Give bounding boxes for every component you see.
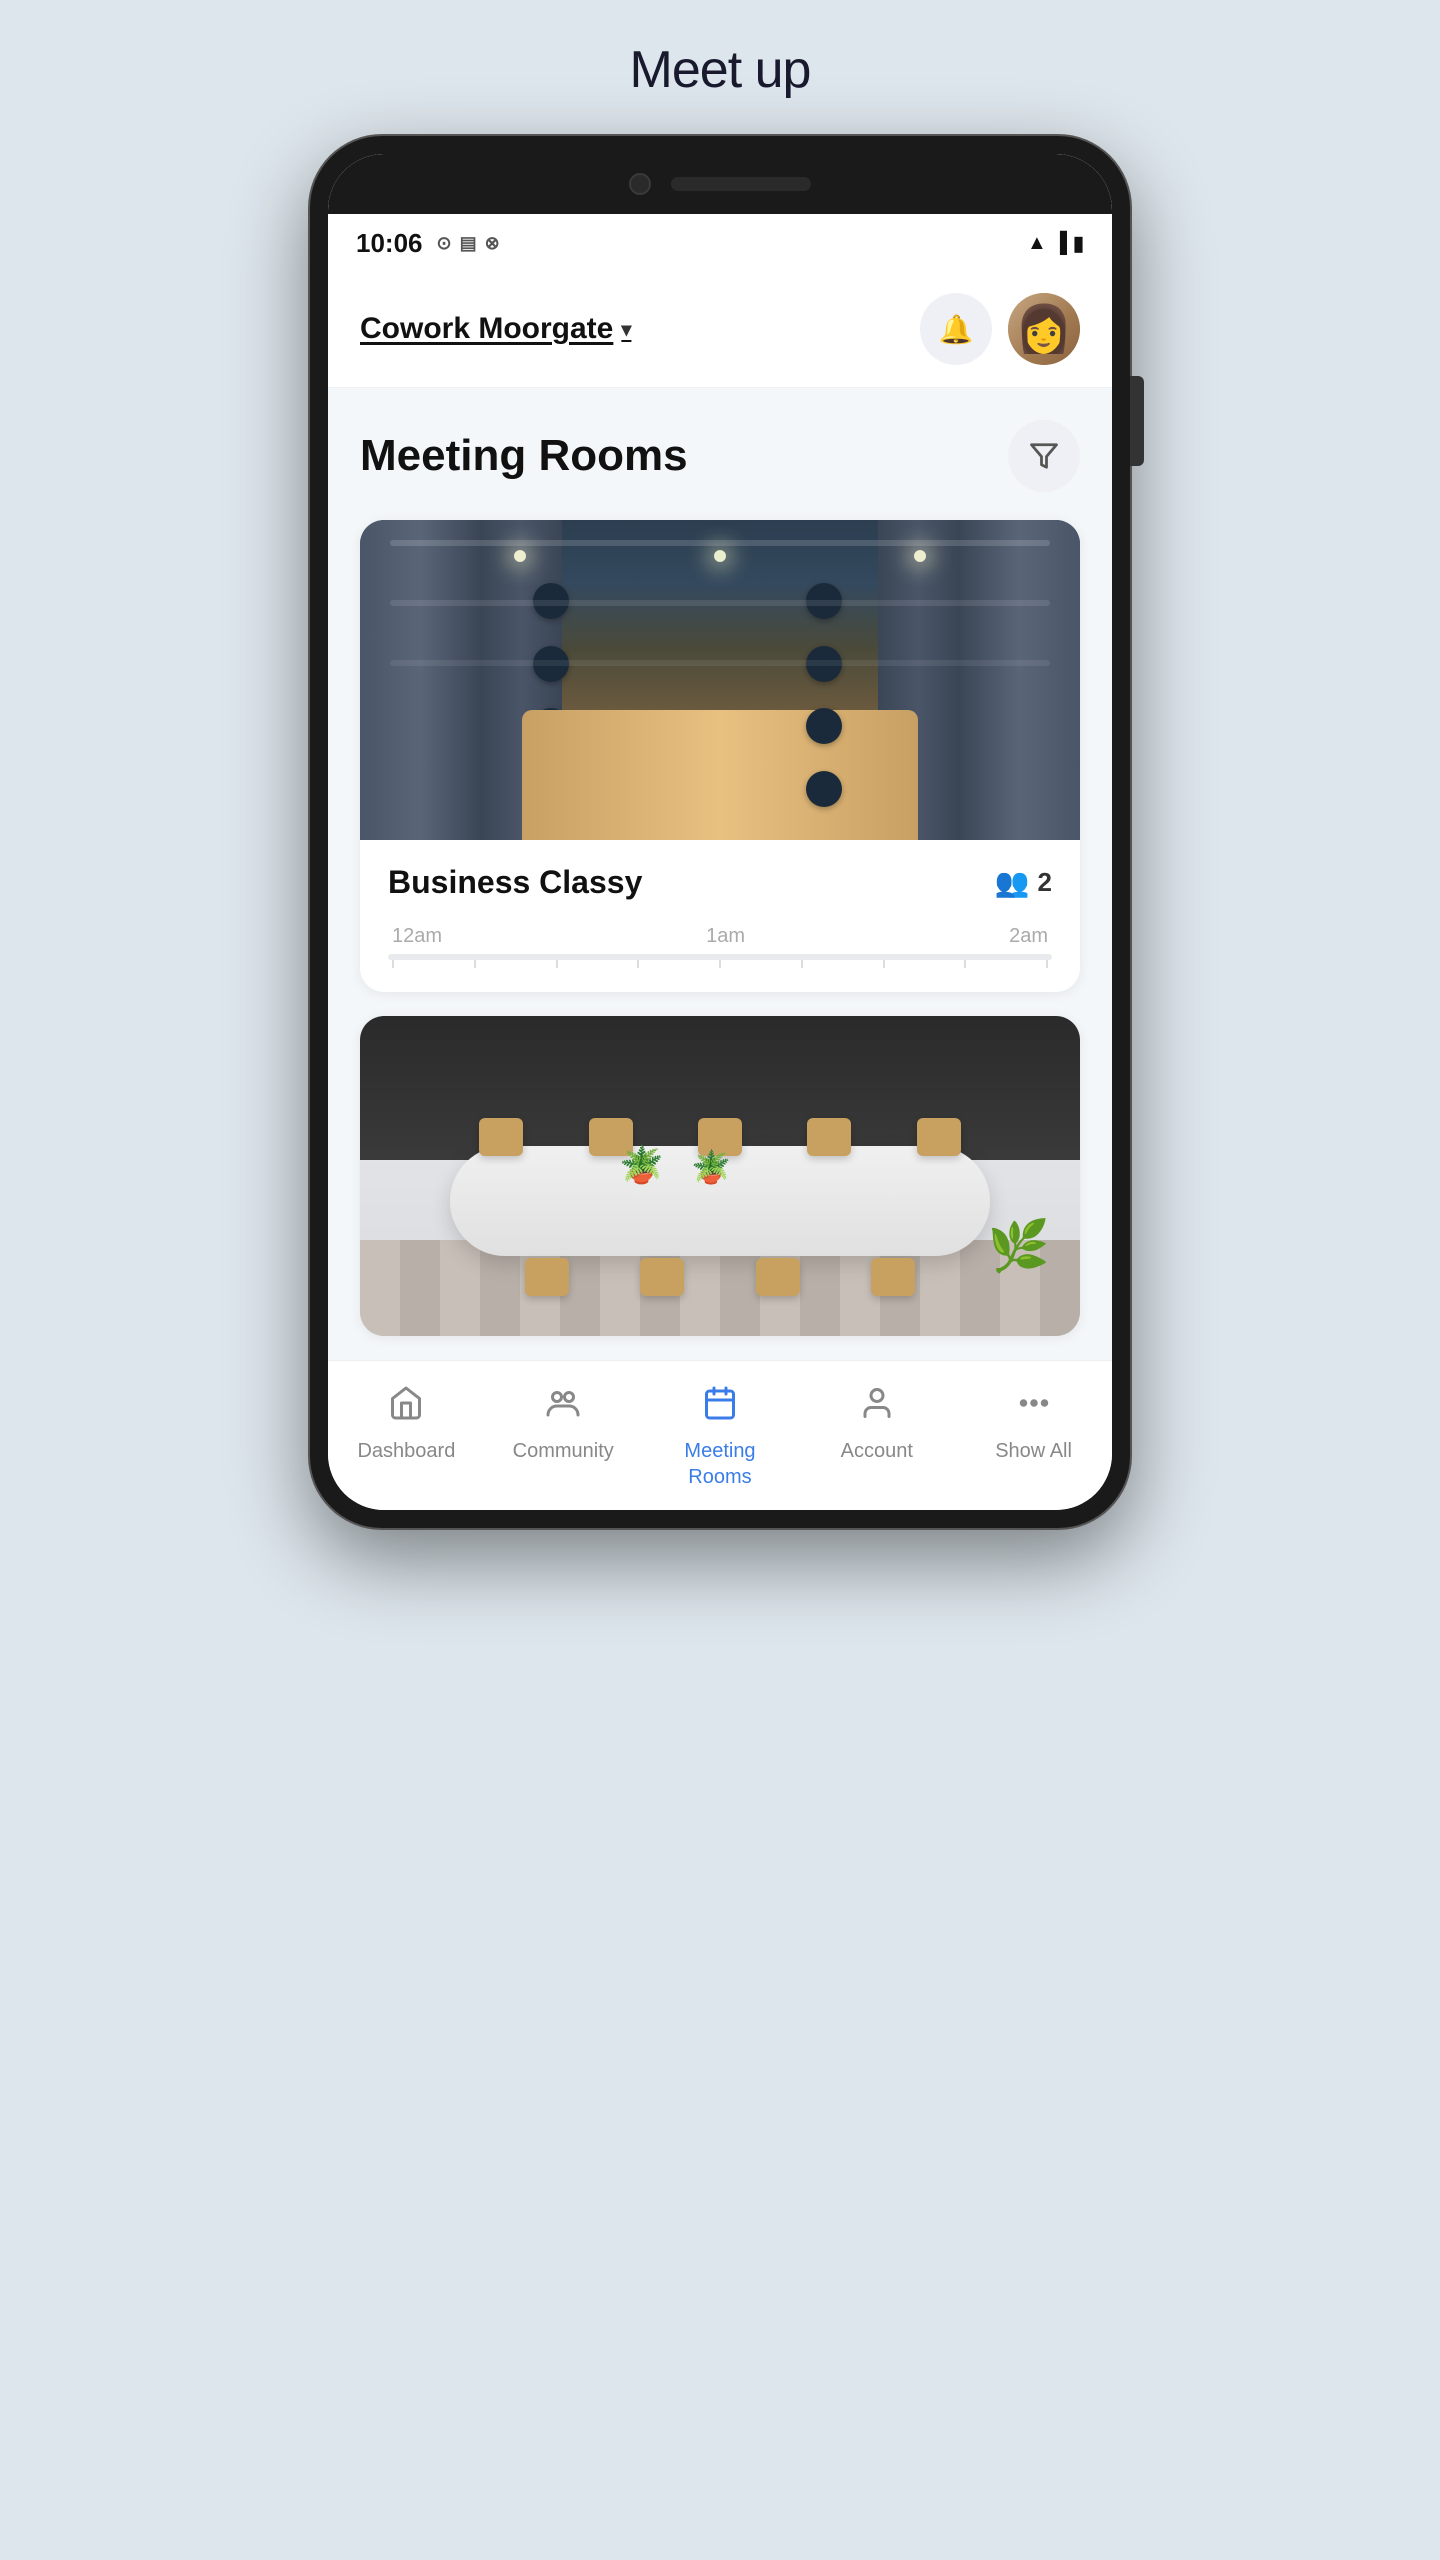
wifi-icon: ▲ bbox=[1027, 232, 1047, 255]
room-name-1: Business Classy bbox=[388, 864, 642, 901]
phone-screen: 10:06 ⊙ ▤ ⊗ ▲ ▐ ▮ Cowork Moorgate ▾ bbox=[328, 154, 1112, 1510]
status-right-icons: ▲ ▐ ▮ bbox=[1027, 231, 1084, 256]
nav-item-dashboard[interactable]: Dashboard bbox=[328, 1381, 485, 1468]
timeline-tick bbox=[392, 960, 394, 968]
phone-top-bar bbox=[328, 154, 1112, 214]
dots-icon bbox=[1016, 1385, 1052, 1430]
workspace-selector[interactable]: Cowork Moorgate ▾ bbox=[360, 312, 631, 346]
room-info-1: Business Classy 👥 2 12am 1am 2am bbox=[360, 840, 1080, 992]
avatar-button[interactable] bbox=[1008, 293, 1080, 365]
plant-2 bbox=[691, 1131, 731, 1186]
main-content: Meeting Rooms bbox=[328, 388, 1112, 1336]
person-icon bbox=[859, 1385, 895, 1430]
timeline-labels: 12am 1am 2am bbox=[388, 925, 1052, 948]
room-card-1[interactable]: Business Classy 👥 2 12am 1am 2am bbox=[360, 520, 1080, 992]
room-image-1 bbox=[360, 520, 1080, 840]
timeline-ticks bbox=[388, 960, 1052, 968]
calendar-icon bbox=[702, 1385, 738, 1430]
user-avatar bbox=[1008, 293, 1080, 365]
community-icon bbox=[545, 1385, 581, 1430]
chairs-row-bottom bbox=[490, 1258, 951, 1296]
timeline-label-start: 12am bbox=[392, 925, 442, 948]
nav-label-dashboard: Dashboard bbox=[357, 1438, 455, 1464]
workspace-name: Cowork Moorgate bbox=[360, 312, 613, 346]
chair bbox=[756, 1258, 800, 1296]
app-icon-3: ⊗ bbox=[485, 233, 500, 254]
filter-button[interactable] bbox=[1008, 420, 1080, 492]
nav-item-meeting-rooms[interactable]: MeetingRooms bbox=[642, 1381, 799, 1494]
timeline-tick bbox=[637, 960, 639, 968]
ceiling-light bbox=[714, 550, 726, 562]
section-header: Meeting Rooms bbox=[360, 420, 1080, 492]
header-actions: 🔔 bbox=[920, 293, 1080, 365]
chair bbox=[806, 646, 842, 682]
capacity-icon: 👥 bbox=[995, 866, 1030, 899]
nav-label-show-all: Show All bbox=[995, 1438, 1072, 1464]
chair bbox=[806, 583, 842, 619]
ceiling-light bbox=[514, 550, 526, 562]
timeline-tick bbox=[964, 960, 966, 968]
section-title: Meeting Rooms bbox=[360, 431, 688, 481]
room-image-2 bbox=[360, 1016, 1080, 1336]
nav-item-community[interactable]: Community bbox=[485, 1381, 642, 1468]
chevron-down-icon: ▾ bbox=[621, 317, 631, 342]
status-bar: 10:06 ⊙ ▤ ⊗ ▲ ▐ ▮ bbox=[328, 214, 1112, 273]
status-time: 10:06 bbox=[356, 228, 423, 259]
capacity-count-1: 2 bbox=[1038, 867, 1052, 898]
chair bbox=[871, 1258, 915, 1296]
nav-label-meeting-rooms: MeetingRooms bbox=[684, 1438, 755, 1490]
chair bbox=[807, 1118, 851, 1156]
chair bbox=[533, 583, 569, 619]
timeline-tick bbox=[474, 960, 476, 968]
chair bbox=[917, 1118, 961, 1156]
room-card-2[interactable] bbox=[360, 1016, 1080, 1336]
nav-label-community: Community bbox=[513, 1438, 614, 1464]
app-icon-1: ⊙ bbox=[437, 233, 452, 254]
status-app-icons: ⊙ ▤ ⊗ bbox=[437, 233, 500, 254]
chair bbox=[640, 1258, 684, 1296]
phone-shell: 10:06 ⊙ ▤ ⊗ ▲ ▐ ▮ Cowork Moorgate ▾ bbox=[310, 136, 1130, 1528]
app-title: Meet up bbox=[630, 40, 811, 100]
timeline-tick bbox=[1046, 960, 1048, 968]
ceiling-light bbox=[914, 550, 926, 562]
ceiling-lights bbox=[360, 550, 1080, 562]
battery-icon: ▮ bbox=[1073, 231, 1084, 256]
room-name-row: Business Classy 👥 2 bbox=[388, 864, 1052, 901]
timeline-tick bbox=[719, 960, 721, 968]
chair bbox=[806, 708, 842, 744]
nav-item-show-all[interactable]: Show All bbox=[955, 1381, 1112, 1468]
timeline-label-mid: 1am bbox=[706, 925, 745, 948]
room-timeline-1: 12am 1am 2am bbox=[388, 917, 1052, 972]
nav-label-account: Account bbox=[841, 1438, 913, 1464]
room-capacity-1: 👥 2 bbox=[995, 866, 1052, 899]
timeline-tick bbox=[801, 960, 803, 968]
app-icon-2: ▤ bbox=[460, 233, 477, 254]
filter-icon bbox=[1029, 441, 1059, 471]
camera-dot bbox=[629, 173, 651, 195]
speaker-grille bbox=[671, 177, 811, 191]
chair bbox=[479, 1118, 523, 1156]
signal-icon: ▐ bbox=[1053, 232, 1067, 255]
chair bbox=[806, 771, 842, 807]
timeline-tick bbox=[556, 960, 558, 968]
app-header: Cowork Moorgate ▾ 🔔 bbox=[328, 273, 1112, 388]
nav-item-account[interactable]: Account bbox=[798, 1381, 955, 1468]
plant-1 bbox=[619, 1126, 659, 1186]
bottom-navigation: Dashboard Community bbox=[328, 1360, 1112, 1510]
chair bbox=[525, 1258, 569, 1296]
notification-button[interactable]: 🔔 bbox=[920, 293, 992, 365]
bell-icon: 🔔 bbox=[939, 313, 974, 346]
timeline-bar bbox=[388, 954, 1052, 960]
plant-right bbox=[988, 1217, 1050, 1276]
home-icon bbox=[388, 1385, 424, 1430]
timeline-label-end: 2am bbox=[1009, 925, 1048, 948]
chair bbox=[533, 646, 569, 682]
timeline-tick bbox=[883, 960, 885, 968]
chairs-right bbox=[806, 550, 907, 840]
